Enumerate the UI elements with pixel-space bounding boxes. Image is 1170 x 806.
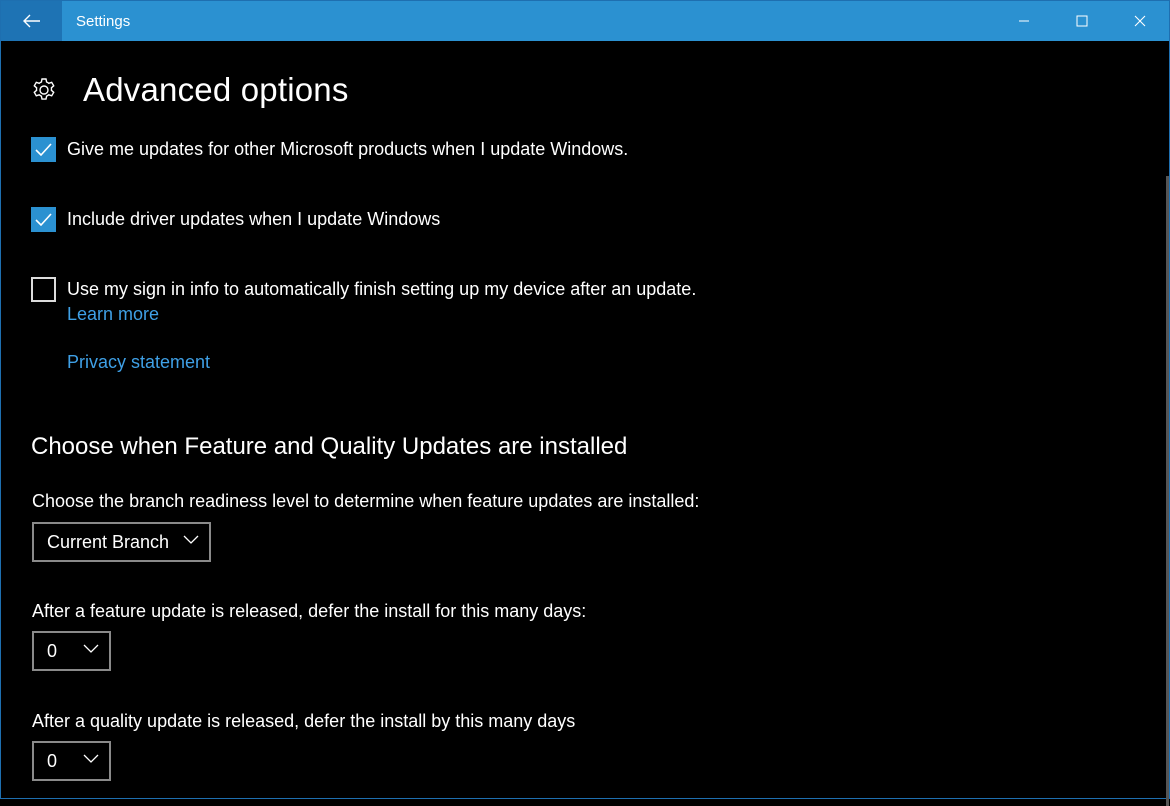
window-controls — [995, 1, 1169, 41]
other-products-label: Give me updates for other Microsoft prod… — [67, 139, 629, 159]
main-content: Advanced options Give me updates for oth… — [1, 41, 1169, 806]
branch-readiness-label: Choose the branch readiness level to det… — [32, 491, 700, 511]
feature-defer-dropdown[interactable]: 0 — [32, 631, 111, 671]
sign-in-info-label: Use my sign in info to automatically fin… — [67, 279, 697, 299]
option-driver-updates[interactable]: Include driver updates when I update Win… — [31, 207, 440, 232]
chevron-down-icon — [83, 644, 99, 653]
driver-updates-checkbox[interactable] — [31, 207, 56, 232]
chevron-down-icon — [83, 754, 99, 763]
back-button[interactable] — [1, 1, 62, 41]
checkmark-icon — [35, 213, 52, 226]
chevron-down-icon — [183, 535, 199, 544]
page-header: Advanced options — [31, 71, 349, 109]
section-title: Choose when Feature and Quality Updates … — [31, 433, 628, 460]
driver-updates-label: Include driver updates when I update Win… — [67, 209, 441, 229]
minimize-button[interactable] — [995, 1, 1053, 41]
scrollbar[interactable] — [1166, 176, 1169, 806]
learn-more-link[interactable]: Learn more — [67, 304, 159, 325]
quality-defer-label: After a quality update is released, defe… — [32, 711, 576, 731]
quality-defer-value: 0 — [47, 750, 58, 771]
branch-readiness-value: Current Branch — [47, 531, 170, 552]
quality-defer-dropdown[interactable]: 0 — [32, 741, 111, 781]
window-title: Settings — [76, 12, 131, 30]
feature-defer-value: 0 — [47, 640, 58, 661]
gear-icon — [33, 78, 55, 100]
minimize-icon — [1019, 20, 1029, 22]
option-sign-in-info[interactable]: Use my sign in info to automatically fin… — [31, 277, 696, 302]
back-arrow-icon — [22, 14, 40, 28]
other-products-checkbox[interactable] — [31, 137, 56, 162]
privacy-statement-link[interactable]: Privacy statement — [67, 352, 210, 373]
title-bar: Settings — [1, 1, 1169, 41]
page-title: Advanced options — [83, 71, 349, 108]
close-icon — [1134, 15, 1146, 27]
close-button[interactable] — [1111, 1, 1169, 41]
sign-in-info-checkbox[interactable] — [31, 277, 56, 302]
option-other-products[interactable]: Give me updates for other Microsoft prod… — [31, 137, 628, 162]
maximize-icon — [1076, 15, 1088, 27]
maximize-button[interactable] — [1053, 1, 1111, 41]
checkmark-icon — [35, 143, 52, 156]
feature-defer-label: After a feature update is released, defe… — [32, 601, 587, 621]
branch-readiness-dropdown[interactable]: Current Branch — [32, 522, 211, 562]
